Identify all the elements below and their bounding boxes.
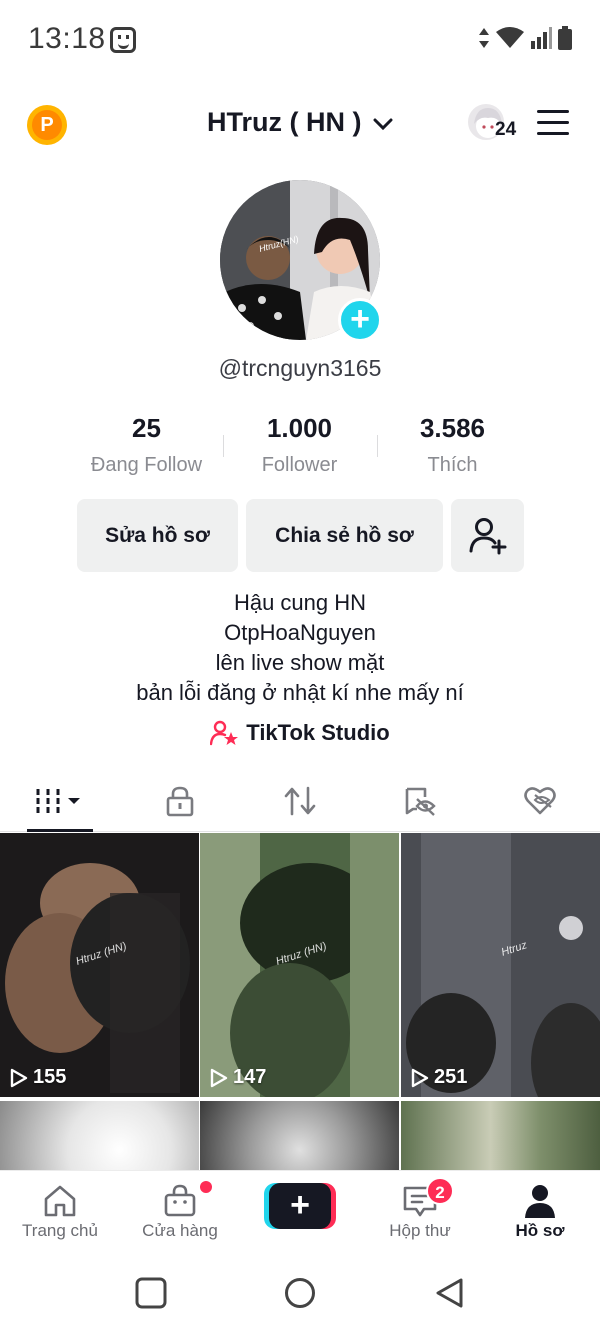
plus-icon: + (269, 1183, 331, 1229)
videos-grid-icon (36, 789, 80, 813)
view-count: 155 (10, 1066, 66, 1089)
tab-hidden[interactable] (360, 770, 480, 832)
followers-count: 1.000 (266, 413, 333, 443)
profile-actions: Sửa hồ sơ Chia sẻ hồ sơ (77, 499, 524, 572)
private-lock-icon (166, 786, 194, 817)
following-count: 25 (132, 413, 161, 443)
smiley-notification-icon (110, 27, 136, 53)
tab-reposts[interactable] (240, 770, 360, 832)
following-label: Đang Follow (90, 454, 203, 476)
tiktok-studio-link[interactable]: TikTok Studio (0, 720, 600, 746)
user-handle: @trcnguyn3165 (218, 355, 382, 381)
inbox-badge: 2 (426, 1177, 454, 1205)
stat-following[interactable]: 25 Đang Follow (70, 413, 223, 477)
tab-private[interactable] (120, 770, 240, 832)
view-count: 251 (411, 1066, 467, 1089)
status-time: 13:18 (28, 22, 106, 55)
hidden-eye-icon (405, 787, 436, 816)
nav-inbox-label: Hộp thư (389, 1221, 451, 1240)
video-frame (0, 833, 199, 1097)
active-tab-indicator (27, 829, 93, 832)
battery-icon (558, 26, 572, 50)
wifi-icon (496, 27, 524, 48)
tab-liked[interactable] (480, 770, 600, 832)
add-friend-icon (469, 517, 506, 554)
bio-line: Hậu cung HN (233, 590, 367, 615)
share-profile-button[interactable]: Chia sẻ hồ sơ (246, 499, 443, 572)
add-friend-button[interactable] (451, 499, 524, 572)
studio-label: TikTok Studio (246, 720, 390, 745)
video-thumbnail[interactable] (0, 1101, 199, 1171)
nav-home-label: Trang chủ (22, 1221, 98, 1240)
profile-person-icon (525, 1185, 555, 1218)
followers-label: Follower (261, 454, 338, 476)
stat-divider (223, 435, 224, 457)
likes-label: Thích (427, 454, 478, 476)
likes-count: 3.586 (419, 413, 486, 443)
tab-videos[interactable] (0, 770, 120, 832)
recents-square-icon[interactable] (135, 1277, 167, 1309)
username-title: HTruz ( HN ) (206, 107, 362, 137)
edit-profile-button[interactable]: Sửa hồ sơ (77, 499, 238, 572)
nav-shop-label: Cửa hàng (142, 1221, 218, 1240)
video-thumbnail[interactable] (200, 1101, 399, 1171)
liked-heart-icon (524, 787, 556, 815)
play-icon (210, 1068, 228, 1087)
video-frame (200, 833, 399, 1097)
bio-line: OtpHoaNguyen (224, 620, 376, 645)
friends-count: 24 (495, 119, 517, 140)
data-arrows-icon (479, 28, 489, 48)
video-thumbnail[interactable]: Htruz (HN) 147 (200, 833, 399, 1097)
view-count: 147 (210, 1066, 266, 1089)
nav-inbox[interactable]: Hộp thư 2 (360, 1177, 480, 1241)
create-button[interactable]: + (264, 1183, 336, 1229)
chevron-down-icon (373, 118, 393, 131)
content-tabs (0, 770, 600, 832)
bottom-navigation: Trang chủ Cửa hàng + Hộp thư 2 Hồ sơ (0, 1170, 600, 1254)
status-bar: 13:18 (0, 0, 600, 82)
add-avatar-button[interactable]: + (338, 298, 382, 342)
signal-icon (531, 27, 552, 49)
system-navigation (0, 1255, 600, 1333)
view-count-value: 155 (33, 1066, 67, 1088)
status-icons (478, 26, 572, 50)
play-icon (10, 1068, 28, 1087)
shopping-bag-icon (164, 1184, 196, 1217)
video-thumbnail[interactable] (401, 1101, 600, 1171)
view-count-value: 147 (233, 1066, 267, 1088)
stat-likes[interactable]: 3.586 Thích (376, 413, 529, 477)
view-count-value: 251 (434, 1066, 468, 1088)
shop-notification-dot (200, 1181, 212, 1193)
nav-profile[interactable]: Hồ sơ (480, 1181, 600, 1241)
nav-profile-label: Hồ sơ (515, 1221, 565, 1240)
video-thumbnail[interactable]: Htruz 251 (401, 833, 600, 1097)
hamburger-menu-icon[interactable] (537, 110, 569, 136)
video-frame (401, 833, 600, 1097)
stat-followers[interactable]: 1.000 Follower (223, 413, 376, 477)
repost-icon (284, 786, 316, 816)
nav-shop[interactable]: Cửa hàng (120, 1181, 240, 1241)
creator-star-icon (210, 720, 239, 746)
bio-line: lên live show mặt (215, 650, 385, 675)
home-icon (44, 1185, 76, 1217)
video-thumbnail[interactable]: Htruz (HN) 155 (0, 833, 199, 1097)
nav-home[interactable]: Trang chủ (0, 1181, 120, 1241)
profile-stats: 25 Đang Follow 1.000 Follower 3.586 Thíc… (70, 413, 530, 477)
home-circle-icon[interactable] (284, 1277, 316, 1309)
bio-line: bản lỗi đăng ở nhật kí nhe mấy ní (136, 680, 464, 705)
profile-bio: Hậu cung HN OtpHoaNguyen lên live show m… (0, 588, 600, 708)
back-triangle-icon[interactable] (434, 1277, 466, 1309)
profile-header: P HTruz ( HN ) 24 (0, 95, 600, 155)
stat-divider (377, 435, 378, 457)
play-icon (411, 1068, 429, 1087)
